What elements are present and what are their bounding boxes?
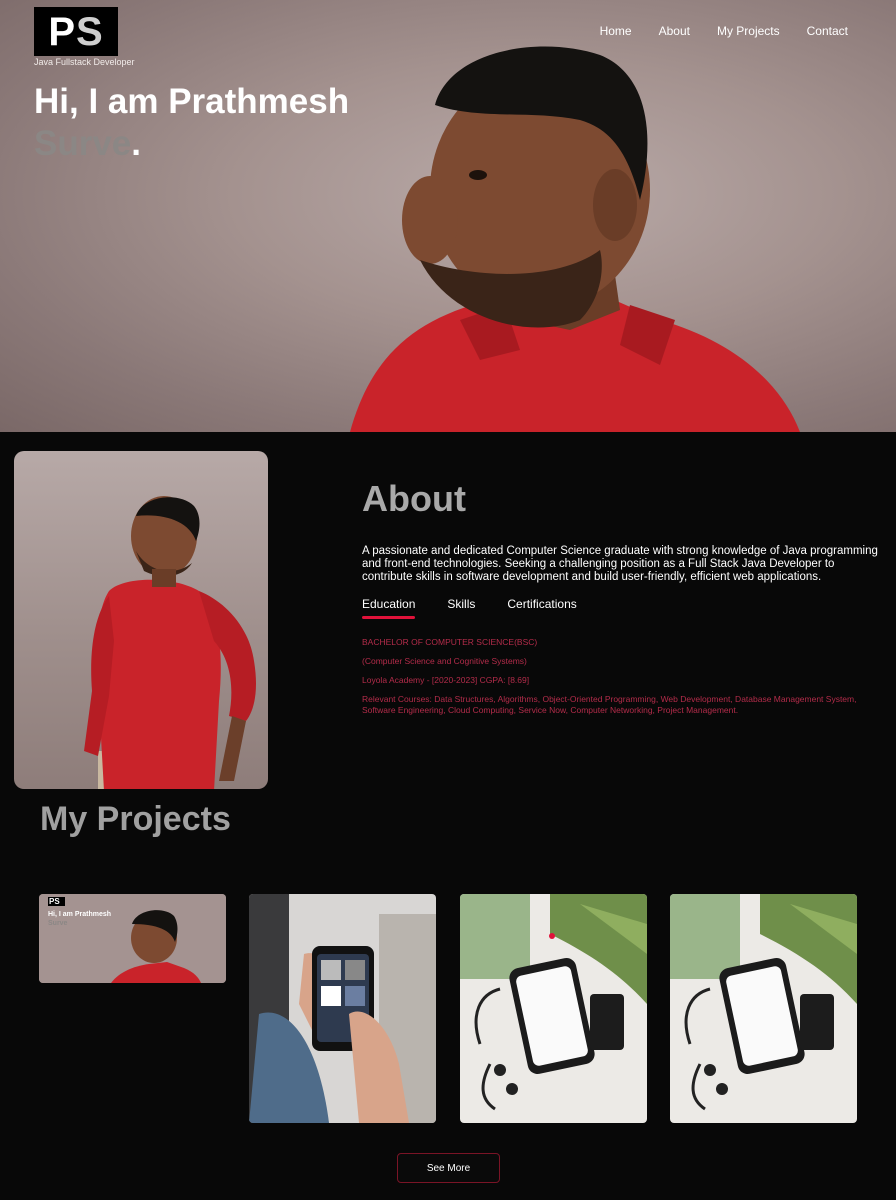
- project-thumb-app-1: [460, 894, 647, 1123]
- project-thumb-mobile: [249, 894, 436, 1123]
- project-card-portfolio[interactable]: PS Hi, I am Prathmesh Surve: [39, 894, 226, 983]
- project-thumb-portfolio: [39, 894, 226, 983]
- project-thumb-app-2: [670, 894, 857, 1123]
- about-photo-image: [84, 496, 257, 789]
- nav-home[interactable]: Home: [600, 24, 632, 38]
- hero-surname: Surve.: [34, 124, 141, 164]
- about-title: About: [362, 478, 466, 519]
- nav-my-projects[interactable]: My Projects: [717, 24, 780, 38]
- tab-skills[interactable]: Skills: [447, 597, 475, 617]
- thumb-greeting: Hi, I am Prathmesh: [48, 911, 112, 918]
- about-tabs: Education Skills Certifications: [362, 597, 577, 619]
- education-details: BACHELOR OF COMPUTER SCIENCE(BSC) (Compu…: [362, 637, 887, 724]
- project-card-mobile[interactable]: [249, 894, 436, 1123]
- nav-contact[interactable]: Contact: [807, 24, 848, 38]
- logo-letter-s: S: [76, 9, 104, 54]
- tab-education[interactable]: Education: [362, 597, 416, 619]
- degree-specialization: (Computer Science and Cognitive Systems): [362, 656, 527, 666]
- project-card-app-1[interactable]: [460, 894, 647, 1123]
- tab-certifications[interactable]: Certifications: [507, 597, 576, 617]
- hero-section: PS Java Fullstack Developer Home About M…: [0, 0, 896, 432]
- hero-dot: .: [131, 124, 142, 163]
- projects-title: My Projects: [40, 800, 231, 838]
- about-photo: [14, 451, 268, 789]
- relevant-courses: Relevant Courses: Data Structures, Algor…: [362, 694, 857, 715]
- thumb-surname: Surve: [48, 920, 68, 927]
- college-info: Loyola Academy - [2020-2023] CGPA: [8.69…: [362, 675, 530, 685]
- nav-about[interactable]: About: [659, 24, 690, 38]
- hero-surname-text: Surve: [34, 124, 132, 163]
- thumb-logo: PS: [49, 897, 60, 906]
- role-subtitle: Java Fullstack Developer: [34, 57, 135, 67]
- degree-title: BACHELOR OF COMPUTER SCIENCE(BSC): [362, 637, 538, 647]
- hero-greeting: Hi, I am Prathmesh: [34, 82, 350, 121]
- hero-portrait-image: [350, 46, 800, 432]
- logo-letter-p: P: [48, 9, 76, 54]
- project-card-app-2[interactable]: [670, 894, 857, 1123]
- main-nav: Home About My Projects Contact: [600, 24, 848, 38]
- see-more-button[interactable]: See More: [397, 1153, 500, 1183]
- about-description: A passionate and dedicated Computer Scie…: [362, 545, 878, 583]
- logo[interactable]: PS: [34, 7, 118, 56]
